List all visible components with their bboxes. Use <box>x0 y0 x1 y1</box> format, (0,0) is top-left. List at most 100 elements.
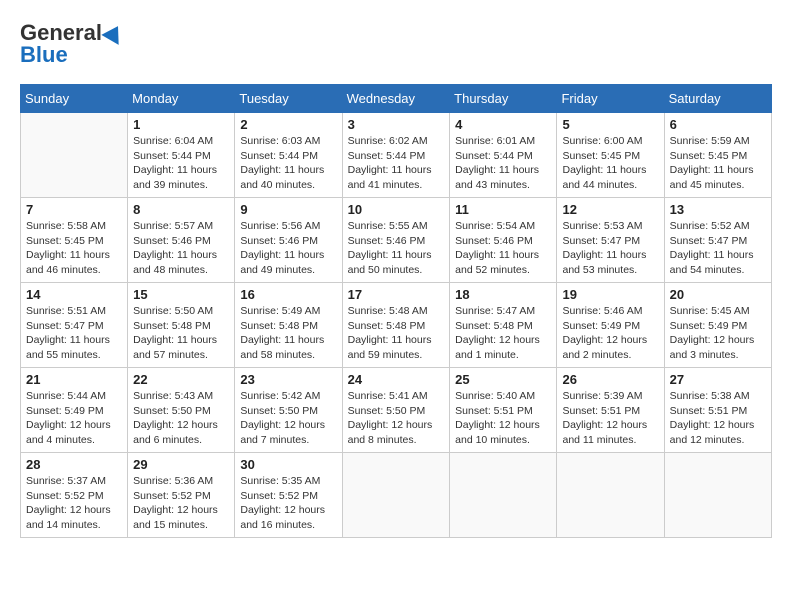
logo-blue-text: Blue <box>20 42 68 68</box>
day-number: 3 <box>348 117 445 132</box>
calendar-cell: 4Sunrise: 6:01 AMSunset: 5:44 PMDaylight… <box>450 113 557 198</box>
calendar-cell <box>557 453 664 538</box>
cell-sun-info: Sunrise: 5:37 AMSunset: 5:52 PMDaylight:… <box>26 474 122 533</box>
calendar-cell: 1 Sunrise: 6:04 AMSunset: 5:44 PMDaylight… <box>128 113 235 198</box>
cell-sun-info: Sunrise: 5:40 AMSunset: 5:51 PMDaylight:… <box>455 389 551 448</box>
cell-sun-info: Sunrise: 5:54 AMSunset: 5:46 PMDaylight:… <box>455 219 551 278</box>
cell-sun-info: Sunrise: 5:56 AMSunset: 5:46 PMDaylight:… <box>240 219 336 278</box>
day-number: 23 <box>240 372 336 387</box>
day-number: 25 <box>455 372 551 387</box>
cell-sun-info: Sunrise: 5:50 AMSunset: 5:48 PMDaylight:… <box>133 304 229 363</box>
cell-sun-info: Sunrise: 5:38 AMSunset: 5:51 PMDaylight:… <box>670 389 766 448</box>
day-number: 1 <box>133 117 229 132</box>
calendar-cell: 21 Sunrise: 5:44 AMSunset: 5:49 PMDayligh… <box>21 368 128 453</box>
cell-sun-info: Sunrise: 5:46 AMSunset: 5:49 PMDaylight:… <box>562 304 658 363</box>
cell-sun-info: Sunrise: 5:51 AMSunset: 5:47 PMDaylight:… <box>26 304 122 363</box>
calendar-week-4: 21 Sunrise: 5:44 AMSunset: 5:49 PMDayligh… <box>21 368 772 453</box>
day-number: 2 <box>240 117 336 132</box>
column-header-sunday: Sunday <box>21 85 128 113</box>
calendar-table: SundayMondayTuesdayWednesdayThursdayFrid… <box>20 84 772 538</box>
calendar-cell: 19 Sunrise: 5:46 AMSunset: 5:49 PMDayligh… <box>557 283 664 368</box>
column-header-friday: Friday <box>557 85 664 113</box>
calendar-week-5: 28 Sunrise: 5:37 AMSunset: 5:52 PMDayligh… <box>21 453 772 538</box>
cell-sun-info: Sunrise: 5:58 AMSunset: 5:45 PMDaylight:… <box>26 219 122 278</box>
day-number: 19 <box>562 287 658 302</box>
day-number: 16 <box>240 287 336 302</box>
day-number: 4 <box>455 117 551 132</box>
calendar-cell: 16 Sunrise: 5:49 AMSunset: 5:48 PMDayligh… <box>235 283 342 368</box>
cell-sun-info: Sunrise: 5:59 AMSunset: 5:45 PMDaylight:… <box>670 134 766 193</box>
cell-sun-info: Sunrise: 6:02 AMSunset: 5:44 PMDaylight:… <box>348 134 445 193</box>
calendar-cell: 27 Sunrise: 5:38 AMSunset: 5:51 PMDayligh… <box>664 368 771 453</box>
calendar-cell: 26Sunrise: 5:39 AMSunset: 5:51 PMDayligh… <box>557 368 664 453</box>
day-number: 9 <box>240 202 336 217</box>
calendar-week-3: 14 Sunrise: 5:51 AMSunset: 5:47 PMDayligh… <box>21 283 772 368</box>
day-number: 15 <box>133 287 229 302</box>
calendar-cell: 13 Sunrise: 5:52 AMSunset: 5:47 PMDayligh… <box>664 198 771 283</box>
calendar-cell <box>21 113 128 198</box>
calendar-cell: 23Sunrise: 5:42 AMSunset: 5:50 PMDayligh… <box>235 368 342 453</box>
cell-sun-info: Sunrise: 5:39 AMSunset: 5:51 PMDaylight:… <box>562 389 658 448</box>
calendar-cell: 14 Sunrise: 5:51 AMSunset: 5:47 PMDayligh… <box>21 283 128 368</box>
calendar-cell: 30 Sunrise: 5:35 AMSunset: 5:52 PMDayligh… <box>235 453 342 538</box>
day-number: 8 <box>133 202 229 217</box>
column-header-monday: Monday <box>128 85 235 113</box>
cell-sun-info: Sunrise: 6:04 AMSunset: 5:44 PMDaylight:… <box>133 134 229 193</box>
calendar-cell: 3 Sunrise: 6:02 AMSunset: 5:44 PMDaylight… <box>342 113 450 198</box>
calendar-cell: 6Sunrise: 5:59 AMSunset: 5:45 PMDaylight… <box>664 113 771 198</box>
calendar-cell: 10 Sunrise: 5:55 AMSunset: 5:46 PMDayligh… <box>342 198 450 283</box>
logo-icon <box>101 21 126 45</box>
day-number: 5 <box>562 117 658 132</box>
cell-sun-info: Sunrise: 5:44 AMSunset: 5:49 PMDaylight:… <box>26 389 122 448</box>
calendar-cell: 7 Sunrise: 5:58 AMSunset: 5:45 PMDaylight… <box>21 198 128 283</box>
day-number: 7 <box>26 202 122 217</box>
column-header-tuesday: Tuesday <box>235 85 342 113</box>
calendar-cell <box>342 453 450 538</box>
day-number: 29 <box>133 457 229 472</box>
cell-sun-info: Sunrise: 5:47 AMSunset: 5:48 PMDaylight:… <box>455 304 551 363</box>
day-number: 17 <box>348 287 445 302</box>
logo: General Blue <box>20 20 124 68</box>
cell-sun-info: Sunrise: 5:49 AMSunset: 5:48 PMDaylight:… <box>240 304 336 363</box>
column-header-wednesday: Wednesday <box>342 85 450 113</box>
page-header: General Blue <box>20 20 772 68</box>
day-number: 21 <box>26 372 122 387</box>
cell-sun-info: Sunrise: 5:55 AMSunset: 5:46 PMDaylight:… <box>348 219 445 278</box>
calendar-cell: 20Sunrise: 5:45 AMSunset: 5:49 PMDayligh… <box>664 283 771 368</box>
calendar-cell: 2 Sunrise: 6:03 AMSunset: 5:44 PMDaylight… <box>235 113 342 198</box>
calendar-cell: 22 Sunrise: 5:43 AMSunset: 5:50 PMDayligh… <box>128 368 235 453</box>
day-number: 12 <box>562 202 658 217</box>
day-number: 11 <box>455 202 551 217</box>
cell-sun-info: Sunrise: 6:00 AMSunset: 5:45 PMDaylight:… <box>562 134 658 193</box>
cell-sun-info: Sunrise: 5:48 AMSunset: 5:48 PMDaylight:… <box>348 304 445 363</box>
cell-sun-info: Sunrise: 5:45 AMSunset: 5:49 PMDaylight:… <box>670 304 766 363</box>
calendar-cell: 18 Sunrise: 5:47 AMSunset: 5:48 PMDayligh… <box>450 283 557 368</box>
cell-sun-info: Sunrise: 5:43 AMSunset: 5:50 PMDaylight:… <box>133 389 229 448</box>
cell-sun-info: Sunrise: 5:35 AMSunset: 5:52 PMDaylight:… <box>240 474 336 533</box>
calendar-cell: 15 Sunrise: 5:50 AMSunset: 5:48 PMDayligh… <box>128 283 235 368</box>
day-number: 13 <box>670 202 766 217</box>
calendar-cell: 17 Sunrise: 5:48 AMSunset: 5:48 PMDayligh… <box>342 283 450 368</box>
day-number: 27 <box>670 372 766 387</box>
cell-sun-info: Sunrise: 5:52 AMSunset: 5:47 PMDaylight:… <box>670 219 766 278</box>
calendar-header-row: SundayMondayTuesdayWednesdayThursdayFrid… <box>21 85 772 113</box>
day-number: 28 <box>26 457 122 472</box>
column-header-saturday: Saturday <box>664 85 771 113</box>
day-number: 14 <box>26 287 122 302</box>
calendar-cell: 8 Sunrise: 5:57 AMSunset: 5:46 PMDaylight… <box>128 198 235 283</box>
day-number: 22 <box>133 372 229 387</box>
calendar-cell: 24 Sunrise: 5:41 AMSunset: 5:50 PMDayligh… <box>342 368 450 453</box>
day-number: 10 <box>348 202 445 217</box>
cell-sun-info: Sunrise: 5:57 AMSunset: 5:46 PMDaylight:… <box>133 219 229 278</box>
calendar-cell: 11 Sunrise: 5:54 AMSunset: 5:46 PMDayligh… <box>450 198 557 283</box>
cell-sun-info: Sunrise: 5:53 AMSunset: 5:47 PMDaylight:… <box>562 219 658 278</box>
day-number: 30 <box>240 457 336 472</box>
cell-sun-info: Sunrise: 6:03 AMSunset: 5:44 PMDaylight:… <box>240 134 336 193</box>
calendar-week-1: 1 Sunrise: 6:04 AMSunset: 5:44 PMDaylight… <box>21 113 772 198</box>
cell-sun-info: Sunrise: 5:41 AMSunset: 5:50 PMDaylight:… <box>348 389 445 448</box>
calendar-cell: 28 Sunrise: 5:37 AMSunset: 5:52 PMDayligh… <box>21 453 128 538</box>
calendar-cell: 29 Sunrise: 5:36 AMSunset: 5:52 PMDayligh… <box>128 453 235 538</box>
day-number: 24 <box>348 372 445 387</box>
cell-sun-info: Sunrise: 5:36 AMSunset: 5:52 PMDaylight:… <box>133 474 229 533</box>
day-number: 18 <box>455 287 551 302</box>
